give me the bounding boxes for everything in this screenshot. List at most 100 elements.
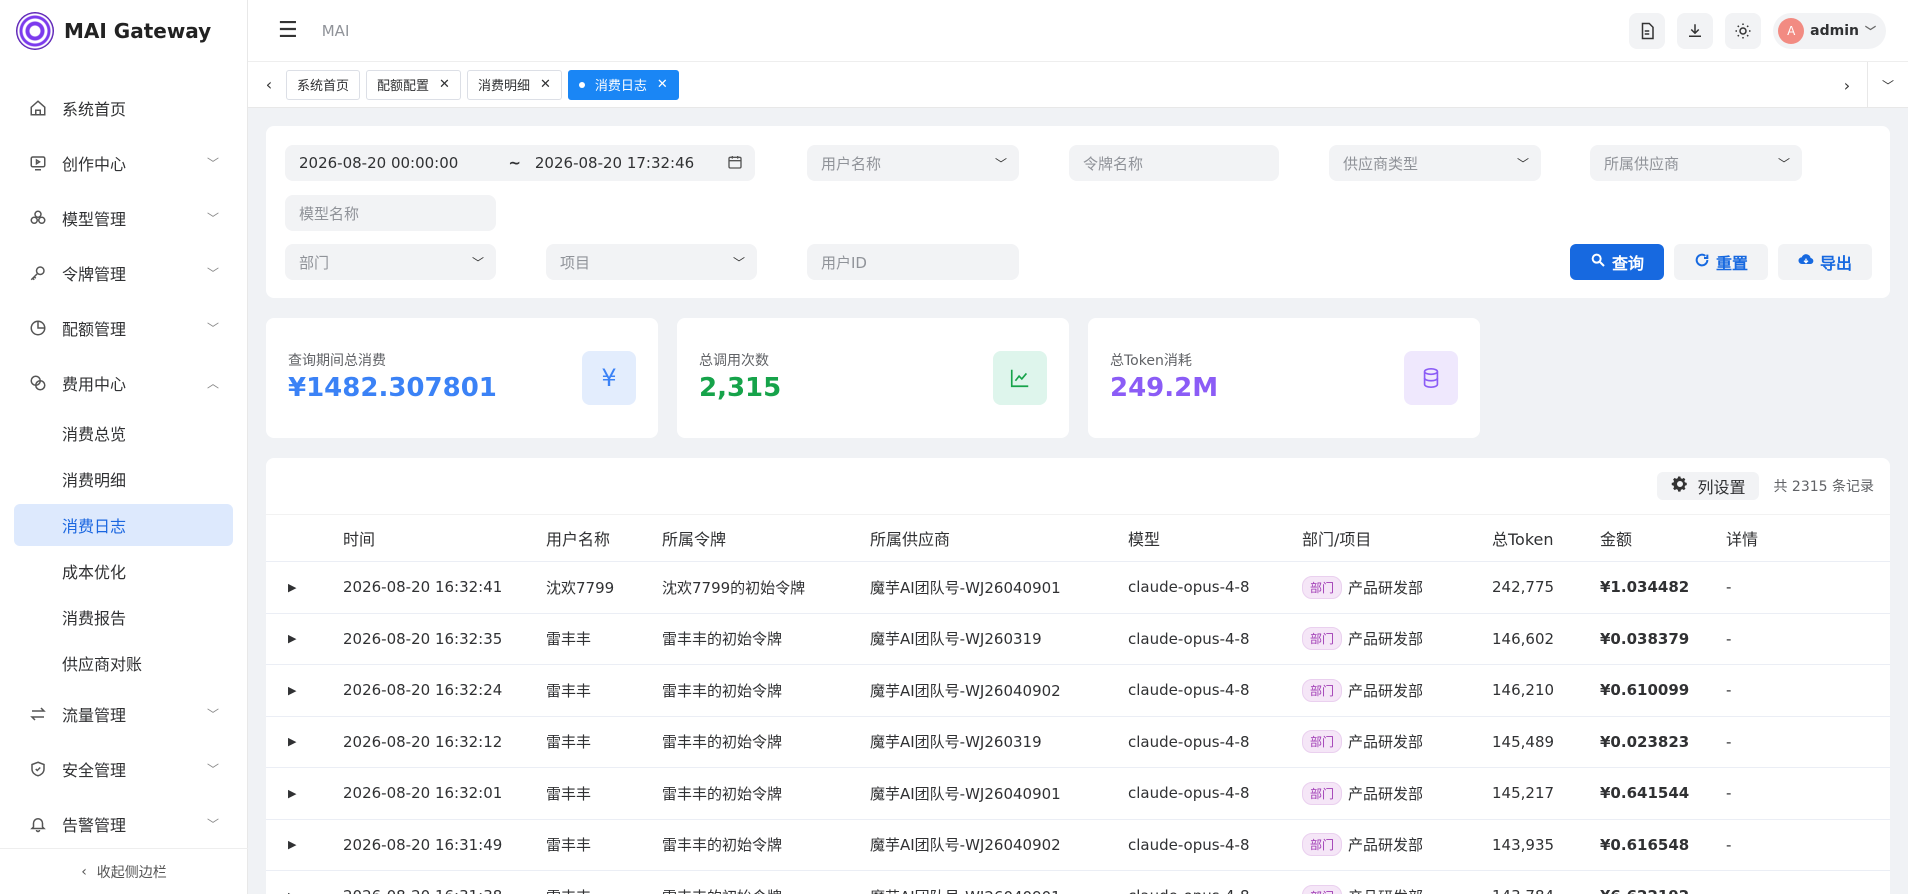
- table-row[interactable]: ▶ 2026-08-20 16:32:12 雷丰丰 雷丰丰的初始令牌 魔芋AI团队号-W…: [266, 717, 1890, 768]
- sidebar-item-billing[interactable]: 费用中心 ︿: [0, 355, 247, 410]
- sidebar-item-security[interactable]: 安全管理 ﹀: [0, 741, 247, 796]
- table-row[interactable]: ▶ 2026-08-20 16:32:24 雷丰丰 雷丰丰的初始令牌 魔芋AI团队号-W…: [266, 665, 1890, 717]
- column-header-provider[interactable]: 所属供应商: [870, 526, 950, 550]
- column-header-dept[interactable]: 部门/项目: [1302, 526, 1371, 550]
- sidebar-subitem-overview[interactable]: 消费总览: [0, 410, 247, 456]
- dept-name: 产品研发部: [1348, 681, 1424, 700]
- sidebar-subitem-reconciliation[interactable]: 供应商对账: [0, 640, 247, 686]
- document-icon[interactable]: [1629, 13, 1666, 49]
- calendar-icon: [727, 154, 743, 173]
- cell-time: 2026-08-20 16:32:01: [343, 784, 503, 803]
- tab-quota-config[interactable]: 配额配置 ✕: [366, 69, 461, 100]
- dept-badge: 部门: [1302, 884, 1343, 894]
- cell-time: 2026-08-20 16:32:12: [343, 732, 503, 751]
- tab-menu-chevron-down-icon[interactable]: ﹀: [1868, 77, 1908, 94]
- sidebar-item-tokens[interactable]: 令牌管理 ﹀: [0, 245, 247, 300]
- provider-select[interactable]: 所属供应商 ﹀: [1590, 145, 1802, 181]
- model-name-placeholder: 模型名称: [299, 204, 360, 223]
- sidebar-subitem-cost-optimization[interactable]: 成本优化: [0, 548, 247, 594]
- tab-scroll-left-icon[interactable]: ‹: [254, 75, 284, 94]
- cell-token: 沈欢7799的初始令牌: [662, 578, 806, 597]
- column-header-total-token[interactable]: 总Token: [1492, 526, 1554, 550]
- sidebar-item-traffic[interactable]: 流量管理 ﹀: [0, 686, 247, 741]
- column-header-detail[interactable]: 详情: [1726, 526, 1758, 550]
- sidebar-item-alerts[interactable]: 告警管理 ﹀: [0, 796, 247, 851]
- date-end-value: 2026-08-20 17:32:46: [534, 154, 695, 172]
- table-row[interactable]: ▶ 2026-08-20 16:32:35 雷丰丰 雷丰丰的初始令牌 魔芋AI团队号-W…: [266, 614, 1890, 665]
- table-row[interactable]: ▶ 2026-08-20 16:32:41 沈欢7799 沈欢7799的初始令牌 魔芋A…: [266, 562, 1890, 614]
- table-toolbar: 列设置 共 2315 条记录: [266, 458, 1890, 514]
- cell-provider: 魔芋AI团队号-WJ260319: [870, 733, 1042, 752]
- close-icon[interactable]: ✕: [540, 77, 551, 92]
- sidebar-item-models[interactable]: 模型管理 ﹀: [0, 190, 247, 245]
- tab-home[interactable]: 系统首页: [286, 69, 361, 100]
- username-select-placeholder: 用户名称: [821, 154, 882, 173]
- user-menu[interactable]: A admin ﹀: [1773, 13, 1886, 49]
- table-row[interactable]: ▶ 2026-08-20 16:31:49 雷丰丰 雷丰丰的初始令牌 魔芋AI团队号-W…: [266, 820, 1890, 871]
- expand-triangle-icon[interactable]: ▶: [288, 581, 296, 594]
- cell-detail: -: [1726, 835, 1732, 854]
- sidebar-item-creation[interactable]: 创作中心 ﹀: [0, 135, 247, 190]
- query-button[interactable]: 查询: [1570, 244, 1664, 280]
- column-header-token[interactable]: 所属令牌: [662, 526, 726, 550]
- sun-icon[interactable]: [1725, 13, 1762, 49]
- username-select[interactable]: 用户名称 ﹀: [807, 145, 1019, 181]
- dept-name: 产品研发部: [1348, 578, 1424, 597]
- department-select[interactable]: 部门 ﹀: [285, 244, 496, 280]
- expand-triangle-icon[interactable]: ▶: [288, 735, 296, 748]
- export-button[interactable]: 导出: [1778, 244, 1872, 280]
- expand-triangle-icon[interactable]: ▶: [288, 684, 296, 697]
- cell-provider: 魔芋AI团队号-WJ26040902: [870, 836, 1061, 855]
- expand-triangle-icon[interactable]: ▶: [288, 838, 296, 851]
- model-name-input[interactable]: 模型名称: [285, 195, 496, 231]
- tab-consumption-log[interactable]: 消费日志 ✕: [567, 69, 679, 100]
- close-icon[interactable]: ✕: [439, 77, 450, 92]
- cell-token: 雷丰丰的初始令牌: [662, 784, 783, 803]
- expand-triangle-icon[interactable]: ▶: [288, 632, 296, 645]
- sidebar-item-label: 安全管理: [62, 760, 127, 780]
- column-header-model[interactable]: 模型: [1128, 526, 1160, 550]
- project-select[interactable]: 项目 ﹀: [546, 244, 757, 280]
- table-row[interactable]: ▶ 2026-08-20 16:31:38 雷丰丰 雷丰丰的初始令牌 魔芋AI团队号-W…: [266, 871, 1890, 894]
- reset-button[interactable]: 重置: [1674, 244, 1768, 280]
- key-icon: [28, 263, 48, 283]
- collapse-sidebar-button[interactable]: ‹ 收起侧边栏: [0, 848, 248, 894]
- filter-panel: 2026-08-20 00:00:00 ~ 2026-08-20 17:32:4…: [266, 126, 1890, 298]
- expand-triangle-icon[interactable]: ▶: [288, 890, 296, 894]
- sidebar-subitem-log[interactable]: 消费日志: [14, 504, 233, 546]
- swap-arrows-icon: [28, 704, 48, 724]
- close-icon[interactable]: ✕: [657, 77, 668, 92]
- cell-model: claude-opus-4-8: [1128, 578, 1250, 597]
- app-logo[interactable]: MAI Gateway: [0, 0, 247, 62]
- column-settings-button[interactable]: 列设置: [1657, 472, 1760, 500]
- sidebar-item-quota[interactable]: 配额管理 ﹀: [0, 300, 247, 355]
- column-header-user[interactable]: 用户名称: [546, 526, 610, 550]
- sidebar-subitem-report[interactable]: 消费报告: [0, 594, 247, 640]
- cell-provider: 魔芋AI团队号-WJ26040901: [870, 784, 1061, 803]
- menu-toggle-icon[interactable]: ☰: [278, 18, 298, 43]
- cell-detail: -: [1726, 887, 1731, 894]
- dept-badge: 部门: [1302, 627, 1343, 651]
- sidebar-item-home[interactable]: 系统首页: [0, 80, 247, 135]
- user-id-input[interactable]: 用户ID: [807, 244, 1019, 280]
- header-actions: A admin ﹀: [1629, 13, 1886, 49]
- column-header-time[interactable]: 时间: [343, 526, 375, 550]
- provider-type-select[interactable]: 供应商类型 ﹀: [1329, 145, 1541, 181]
- token-name-input[interactable]: 令牌名称: [1069, 145, 1279, 181]
- column-header-amount[interactable]: 金额: [1600, 526, 1632, 550]
- avatar: A: [1778, 18, 1805, 44]
- tab-scroll-right-icon[interactable]: ›: [1827, 76, 1867, 95]
- chevron-down-icon: ﹀: [1777, 156, 1790, 171]
- consumption-log-table: 列设置 共 2315 条记录 时间 用户名称 所属令牌 所属供应商 模型 部门/…: [266, 458, 1890, 894]
- cell-time: 2026-08-20 16:31:38: [343, 887, 502, 894]
- stat-label: 总调用次数: [699, 353, 769, 369]
- expand-triangle-icon[interactable]: ▶: [288, 787, 296, 800]
- tab-consumption-detail[interactable]: 消费明细 ✕: [466, 69, 562, 100]
- chevron-down-icon: ﹀: [206, 266, 219, 280]
- sidebar-subitem-detail[interactable]: 消费明细: [0, 456, 247, 502]
- date-range-separator: ~: [508, 154, 521, 172]
- download-icon[interactable]: [1677, 13, 1714, 49]
- table-row[interactable]: ▶ 2026-08-20 16:32:01 雷丰丰 雷丰丰的初始令牌 魔芋AI团队号-W…: [266, 768, 1890, 820]
- date-range-picker[interactable]: 2026-08-20 00:00:00 ~ 2026-08-20 17:32:4…: [285, 145, 755, 181]
- monitor-play-icon: [28, 153, 48, 173]
